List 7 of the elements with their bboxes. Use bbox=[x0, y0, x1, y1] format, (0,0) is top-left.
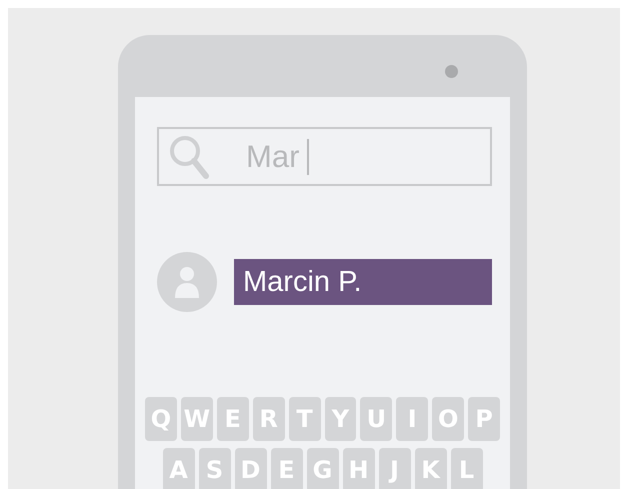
contact-name[interactable]: Marcin P. bbox=[234, 259, 492, 305]
camera-dot bbox=[445, 65, 458, 78]
search-text: Mar bbox=[246, 138, 300, 174]
text-cursor bbox=[307, 138, 310, 174]
search-icon bbox=[168, 134, 210, 180]
avatar-icon bbox=[157, 252, 217, 312]
search-field[interactable]: Mar bbox=[157, 127, 492, 186]
